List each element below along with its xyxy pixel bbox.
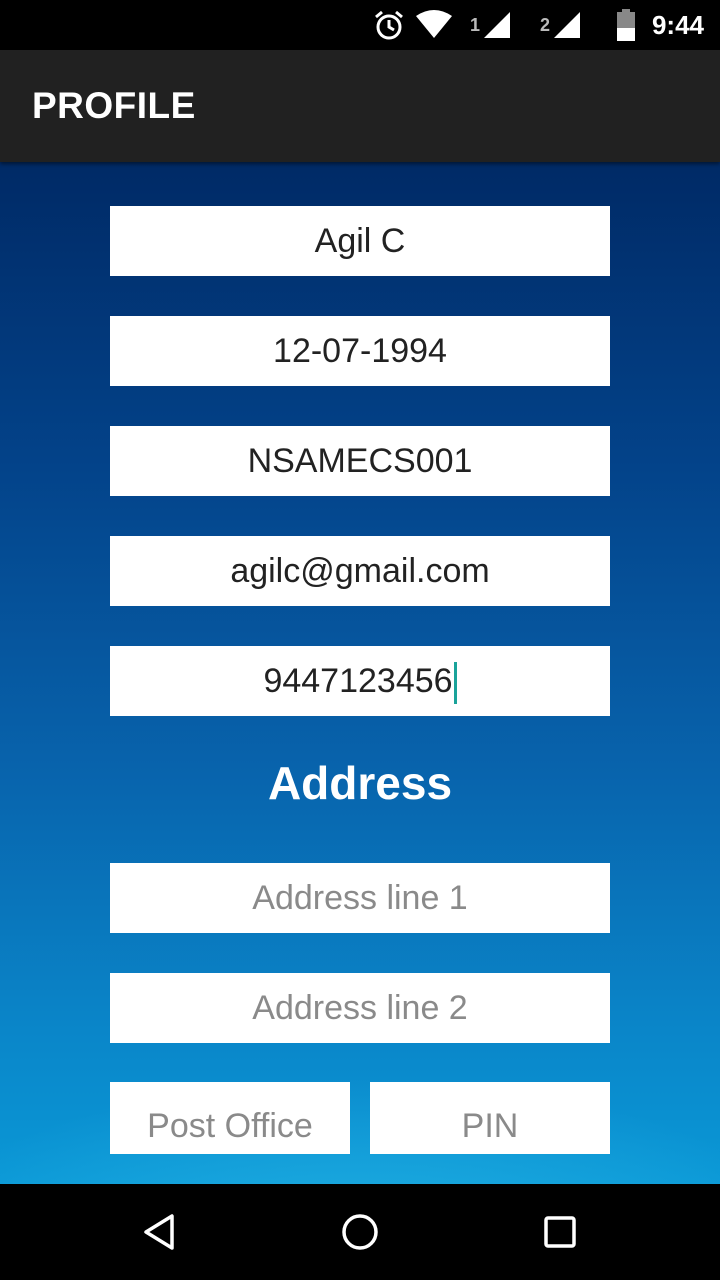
page-title: PROFILE: [32, 85, 196, 126]
address-line2-field[interactable]: Address line 2: [110, 973, 610, 1043]
id-field[interactable]: NSAMECS001: [110, 426, 610, 496]
name-field[interactable]: Agil C: [110, 206, 610, 276]
status-time: 9:44: [651, 10, 704, 40]
app-bar: PROFILE: [0, 50, 720, 162]
post-office-field[interactable]: Post Office: [110, 1082, 350, 1154]
home-icon: [342, 1214, 378, 1250]
sim2-label: 2: [540, 14, 551, 35]
dob-field[interactable]: 12-07-1994: [110, 316, 610, 386]
text-cursor: [453, 662, 457, 705]
navigation-bar: [0, 1184, 720, 1280]
signal-icon-sim1: 1: [470, 0, 512, 50]
pin-field[interactable]: PIN: [370, 1082, 610, 1154]
home-button[interactable]: [310, 1184, 410, 1280]
battery-icon: [615, 0, 637, 50]
address-heading: Address: [267, 757, 453, 809]
recents-icon: [544, 1216, 576, 1248]
sim1-label: 1: [470, 14, 481, 35]
signal-icon-sim2: 2: [540, 0, 582, 50]
screen: 1 2 9:44 PROFILE Agil C 12-07-1994 NSAME…: [0, 0, 720, 1280]
profile-form: Agil C 12-07-1994 NSAMECS001 agilc@gmail…: [0, 162, 720, 1184]
back-button[interactable]: [110, 1184, 210, 1280]
wifi-icon: [414, 0, 454, 50]
email-field[interactable]: agilc@gmail.com: [110, 536, 610, 606]
status-bar: 1 2 9:44: [0, 0, 720, 50]
address-line1-field[interactable]: Address line 1: [110, 863, 610, 933]
phone-field[interactable]: 9447123456: [110, 646, 610, 716]
alarm-icon: [372, 0, 406, 50]
back-icon: [144, 1214, 174, 1250]
recents-button[interactable]: [510, 1184, 610, 1280]
phone-value: 9447123456: [263, 662, 453, 700]
